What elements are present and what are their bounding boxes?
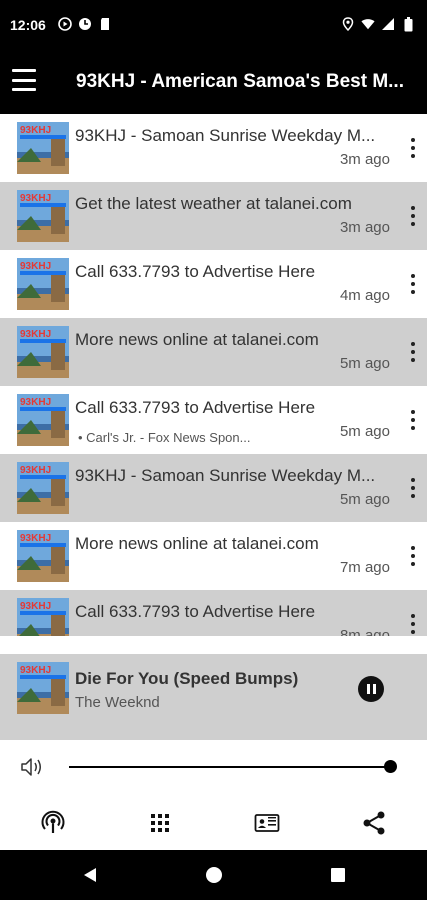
now-playing-title: Die For You (Speed Bumps) [75, 669, 299, 688]
svg-text:93KHJ: 93KHJ [20, 601, 51, 612]
station-logo-thumbnail: 93KHJ [17, 462, 69, 514]
item-timestamp: 4m ago [339, 287, 390, 304]
item-timestamp: 5m ago [339, 423, 390, 440]
item-title: Call 633.7793 to Advertise Here [75, 262, 316, 281]
item-title: Call 633.7793 to Advertise Here [75, 398, 316, 417]
pause-icon [366, 684, 370, 694]
data-saver-icon [78, 17, 92, 31]
pause-button[interactable] [358, 676, 384, 702]
volume-slider-thumb[interactable] [383, 760, 397, 773]
item-timestamp: 3m ago [339, 151, 390, 168]
system-nav-bar [0, 850, 427, 900]
item-timestamp: 5m ago [339, 491, 390, 508]
svg-text:93KHJ: 93KHJ [20, 125, 51, 136]
battery-icon [401, 16, 415, 31]
station-logo-thumbnail: 93KHJ [17, 530, 69, 582]
more-options-icon[interactable] [409, 478, 417, 498]
status-time: 12:06 [10, 17, 46, 33]
app-title: 93KHJ - American Samoa's Best M... [76, 71, 404, 92]
svg-text:93KHJ: 93KHJ [20, 533, 51, 544]
list-item[interactable]: 93KHJ More news online at talanei.com 7m… [0, 522, 427, 590]
home-icon[interactable] [204, 865, 224, 885]
volume-slider-track[interactable] [69, 766, 390, 768]
bottom-toolbar [0, 794, 427, 850]
more-options-icon[interactable] [409, 342, 417, 362]
svg-text:93KHJ: 93KHJ [20, 329, 51, 340]
item-title: Call 633.7793 to Advertise Here [75, 602, 316, 621]
item-title: Get the latest weather at talanei.com [75, 194, 352, 213]
now-playing-artwork: 93KHJ [17, 662, 69, 714]
item-timestamp: 3m ago [339, 219, 390, 236]
station-logo-thumbnail: 93KHJ [17, 122, 69, 174]
list-item[interactable]: 93KHJ Call 633.7793 to Advertise Here • … [0, 386, 427, 454]
status-bar: 12:06 [0, 0, 427, 52]
svg-text:93KHJ: 93KHJ [20, 397, 51, 408]
app-bar: 93KHJ - American Samoa's Best M... [0, 52, 427, 114]
station-logo-thumbnail: 93KHJ [17, 394, 69, 446]
item-timestamp: 8m ago [339, 627, 390, 636]
signal-icon [381, 17, 395, 31]
item-title: More news online at talanei.com [75, 534, 319, 553]
svg-text:93KHJ: 93KHJ [20, 665, 51, 676]
sd-card-icon [98, 17, 112, 31]
more-options-icon[interactable] [409, 614, 417, 634]
item-title: 93KHJ - Samoan Sunrise Weekday M... [75, 466, 376, 485]
svg-text:93KHJ: 93KHJ [20, 193, 51, 204]
more-options-icon[interactable] [409, 546, 417, 566]
grid-icon[interactable] [147, 810, 173, 836]
status-icons-left [58, 17, 112, 31]
back-icon[interactable] [80, 865, 100, 885]
list-item[interactable]: 93KHJ 93KHJ - Samoan Sunrise Weekday M..… [0, 454, 427, 522]
status-icons-right [341, 16, 415, 31]
station-logo-thumbnail: 93KHJ [17, 258, 69, 310]
volume-control [0, 740, 427, 794]
location-icon [341, 17, 355, 31]
station-logo-thumbnail: 93KHJ [17, 326, 69, 378]
more-options-icon[interactable] [409, 274, 417, 294]
recents-icon[interactable] [328, 865, 348, 885]
more-options-icon[interactable] [409, 410, 417, 430]
now-playing-artist: The Weeknd [75, 694, 160, 711]
list-item[interactable]: 93KHJ Call 633.7793 to Advertise Here 4m… [0, 250, 427, 318]
item-timestamp: 7m ago [339, 559, 390, 576]
feed-list[interactable]: 93KHJ 93KHJ - Samoan Sunrise Weekday M..… [0, 114, 427, 636]
list-item[interactable]: 93KHJ More news online at talanei.com 5m… [0, 318, 427, 386]
svg-text:93KHJ: 93KHJ [20, 261, 51, 272]
station-logo-thumbnail: 93KHJ [17, 598, 69, 636]
wifi-icon [361, 17, 375, 31]
station-logo-thumbnail: 93KHJ [17, 190, 69, 242]
share-icon[interactable] [361, 810, 387, 836]
more-options-icon[interactable] [409, 138, 417, 158]
item-title: 93KHJ - Samoan Sunrise Weekday M... [75, 126, 376, 145]
item-timestamp: 5m ago [339, 355, 390, 372]
volume-icon[interactable] [20, 756, 44, 778]
hamburger-menu-icon[interactable] [10, 66, 38, 94]
list-item[interactable]: 93KHJ Get the latest weather at talanei.… [0, 182, 427, 250]
podcast-icon[interactable] [40, 810, 66, 836]
more-options-icon[interactable] [409, 206, 417, 226]
item-subtitle: • Carl's Jr. - Fox News Spon... [78, 430, 251, 445]
media-icon [58, 17, 72, 31]
svg-text:93KHJ: 93KHJ [20, 465, 51, 476]
item-title: More news online at talanei.com [75, 330, 319, 349]
now-playing-bar[interactable]: 93KHJ Die For You (Speed Bumps) The Week… [0, 654, 427, 740]
list-item[interactable]: 93KHJ Call 633.7793 to Advertise Here 8m… [0, 590, 427, 636]
list-item[interactable]: 93KHJ 93KHJ - Samoan Sunrise Weekday M..… [0, 114, 427, 182]
contact-card-icon[interactable] [254, 810, 280, 836]
